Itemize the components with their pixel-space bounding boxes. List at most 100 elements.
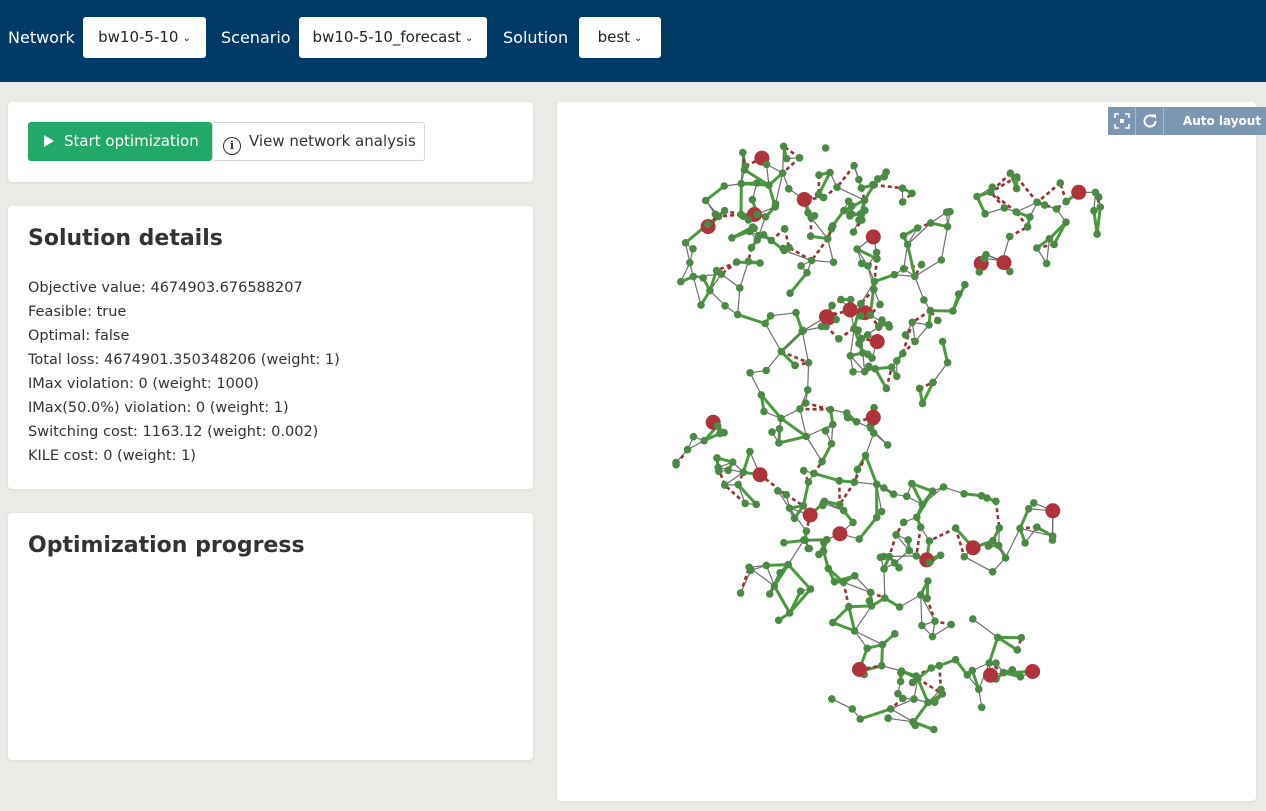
network-node[interactable] xyxy=(954,290,963,298)
network-node[interactable] xyxy=(823,234,832,243)
network-node[interactable] xyxy=(771,203,779,211)
network-node[interactable] xyxy=(934,316,942,325)
network-node[interactable] xyxy=(989,536,997,545)
network-node[interactable] xyxy=(746,369,754,377)
network-node[interactable] xyxy=(768,428,776,436)
network-line[interactable] xyxy=(780,330,803,353)
network-node[interactable] xyxy=(866,588,875,597)
network-node[interactable] xyxy=(1026,213,1034,221)
network-node[interactable] xyxy=(802,432,811,441)
network-node[interactable] xyxy=(975,268,984,276)
network-node[interactable] xyxy=(700,436,708,445)
network-graph[interactable] xyxy=(557,102,1256,801)
network-node[interactable] xyxy=(777,347,786,356)
network-node[interactable] xyxy=(908,189,916,198)
network-node[interactable] xyxy=(804,478,813,486)
network-node[interactable] xyxy=(689,432,698,441)
network-node[interactable] xyxy=(744,216,753,224)
network-node[interactable] xyxy=(920,296,928,304)
network-node[interactable] xyxy=(960,490,968,498)
network-node[interactable] xyxy=(803,386,812,394)
network-node[interactable] xyxy=(796,405,804,413)
network-node[interactable] xyxy=(882,168,890,176)
network-node[interactable] xyxy=(782,490,790,499)
network-node[interactable] xyxy=(908,479,916,488)
network-node[interactable] xyxy=(880,565,888,573)
network-node[interactable] xyxy=(797,262,805,270)
view-network-analysis-button[interactable]: i View network analysis xyxy=(212,122,425,161)
network-node[interactable] xyxy=(1048,532,1057,540)
network-line[interactable] xyxy=(987,636,1000,664)
network-node[interactable] xyxy=(795,154,804,162)
network-node[interactable] xyxy=(1093,230,1101,238)
network-node[interactable] xyxy=(761,319,769,328)
network-node[interactable] xyxy=(846,295,855,304)
network-node[interactable] xyxy=(703,220,712,229)
network-node[interactable] xyxy=(746,447,754,456)
network-node[interactable] xyxy=(683,445,692,454)
network-node[interactable] xyxy=(882,384,891,393)
network-node[interactable] xyxy=(701,196,710,205)
network-node[interactable] xyxy=(799,466,808,475)
network-node[interactable] xyxy=(802,527,811,535)
network-node[interactable] xyxy=(870,181,878,189)
network-node[interactable] xyxy=(855,175,863,184)
network-node[interactable] xyxy=(859,349,867,357)
network-line[interactable] xyxy=(787,563,812,591)
network-node[interactable] xyxy=(824,564,833,573)
network-node[interactable] xyxy=(752,500,761,509)
network-node[interactable] xyxy=(1033,198,1041,207)
network-node[interactable] xyxy=(796,587,805,595)
network-line[interactable] xyxy=(940,226,949,261)
network-node[interactable] xyxy=(868,354,876,362)
network-line[interactable] xyxy=(835,164,856,189)
network-node[interactable] xyxy=(887,705,895,713)
network-node[interactable] xyxy=(828,301,836,310)
network-node[interactable] xyxy=(697,301,705,309)
network-node[interactable] xyxy=(850,161,858,170)
network-node[interactable] xyxy=(902,492,911,501)
network-line[interactable] xyxy=(864,454,879,485)
network-node[interactable] xyxy=(765,181,773,189)
network-node[interactable] xyxy=(1045,235,1054,243)
network-node[interactable] xyxy=(889,490,898,499)
network-node[interactable] xyxy=(853,245,861,253)
network-node[interactable] xyxy=(720,206,729,215)
network-node[interactable] xyxy=(753,179,761,187)
network-node[interactable] xyxy=(916,523,925,531)
network-node[interactable] xyxy=(736,284,744,292)
source-node[interactable] xyxy=(996,255,1012,271)
network-node[interactable] xyxy=(1016,673,1025,681)
network-node[interactable] xyxy=(846,352,855,360)
network-node[interactable] xyxy=(849,228,858,236)
network-line[interactable] xyxy=(994,501,1001,529)
network-node[interactable] xyxy=(872,480,881,489)
network-node[interactable] xyxy=(937,256,946,264)
network-node[interactable] xyxy=(840,206,848,215)
network-node[interactable] xyxy=(850,324,858,333)
network-node[interactable] xyxy=(898,184,907,192)
network-node[interactable] xyxy=(913,224,922,232)
network-node[interactable] xyxy=(915,384,924,393)
network-node[interactable] xyxy=(754,231,763,240)
network-node[interactable] xyxy=(819,193,828,202)
network-node[interactable] xyxy=(923,594,931,603)
network-node[interactable] xyxy=(762,160,771,169)
network-node[interactable] xyxy=(800,536,808,544)
network-node[interactable] xyxy=(863,644,871,653)
network-node[interactable] xyxy=(786,289,794,297)
network-node[interactable] xyxy=(681,239,690,247)
network-node[interactable] xyxy=(721,302,729,310)
source-node[interactable] xyxy=(1025,664,1041,679)
network-node[interactable] xyxy=(1033,244,1041,252)
network-node[interactable] xyxy=(857,184,866,192)
source-node[interactable] xyxy=(802,507,818,523)
network-line[interactable] xyxy=(770,312,797,317)
network-node[interactable] xyxy=(916,591,925,599)
network-node[interactable] xyxy=(924,698,932,707)
network-node[interactable] xyxy=(849,368,857,376)
network-node[interactable] xyxy=(852,418,861,426)
network-node[interactable] xyxy=(747,243,756,252)
network-node[interactable] xyxy=(785,504,794,512)
network-node[interactable] xyxy=(885,552,894,561)
